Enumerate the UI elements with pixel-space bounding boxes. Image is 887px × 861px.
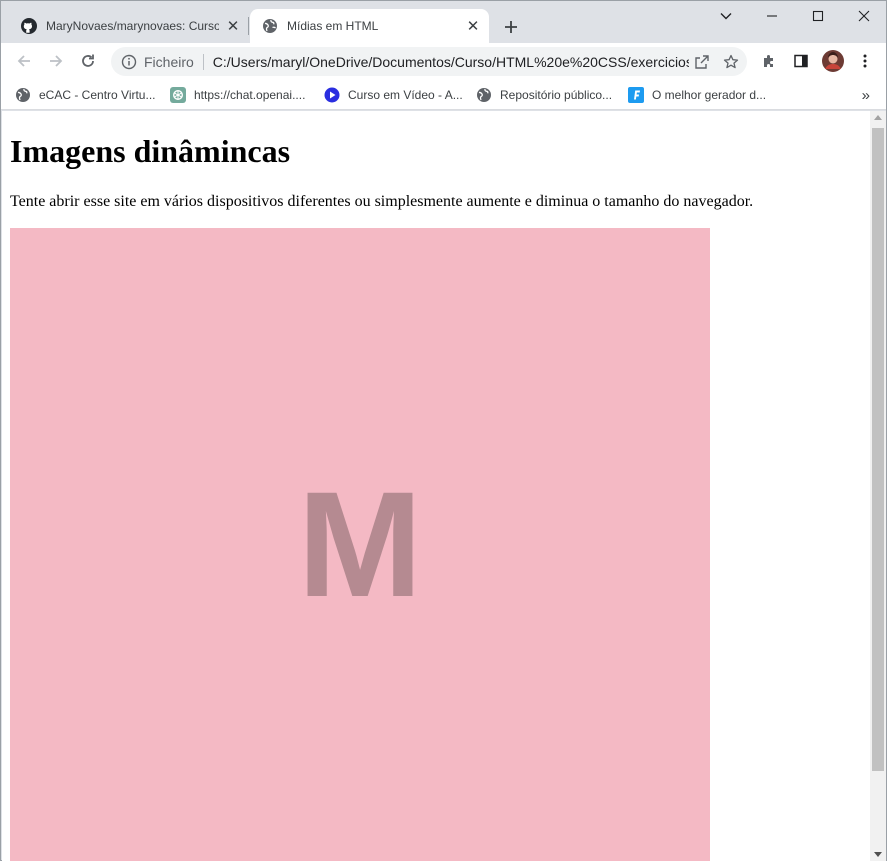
bookmark-label: Repositório público... <box>500 88 613 102</box>
more-bookmarks-button[interactable]: » <box>862 84 870 106</box>
info-icon[interactable] <box>121 54 137 70</box>
back-button[interactable] <box>9 46 39 76</box>
vertical-scrollbar[interactable] <box>870 111 886 861</box>
scrollbar-thumb[interactable] <box>872 128 884 771</box>
browser-window: MaryNovaes/marynovaes: Curso ✕ Mídias em… <box>0 0 887 861</box>
plus-icon <box>505 21 517 33</box>
tab-strip: MaryNovaes/marynovaes: Curso ✕ Mídias em… <box>1 1 886 43</box>
menu-button[interactable] <box>850 46 880 76</box>
side-panel-button[interactable] <box>786 46 816 76</box>
reload-button[interactable] <box>73 46 103 76</box>
page-paragraph: Tente abrir esse site em vários disposit… <box>10 193 754 210</box>
tab-separator <box>248 17 249 35</box>
share-button[interactable] <box>689 49 715 75</box>
dynamic-image: M <box>10 228 710 861</box>
globe-icon <box>263 19 277 33</box>
tab-github[interactable]: MaryNovaes/marynovaes: Curso ✕ <box>9 9 249 43</box>
double-chevron-right-icon: » <box>861 86 870 104</box>
maximize-icon <box>812 10 824 22</box>
forward-button[interactable] <box>41 46 71 76</box>
bookmark-repositorio[interactable]: Repositório público... <box>476 84 612 106</box>
bookmark-label: Curso em Vídeo - A... <box>348 88 463 102</box>
share-icon <box>695 54 709 69</box>
side-panel-icon <box>794 54 808 68</box>
close-tab-icon[interactable]: ✕ <box>465 18 481 35</box>
bookmarks-bar: eCAC - Centro Virtu... https://chat.open… <box>1 80 886 110</box>
address-bar[interactable]: Ficheiro C:/Users/maryl/OneDrive/Documen… <box>111 47 747 76</box>
puzzle-icon <box>764 55 773 67</box>
page-heading: Imagens dinâmincas <box>10 133 291 169</box>
framer-icon <box>628 87 644 103</box>
openai-icon <box>170 87 186 103</box>
arrow-right-icon <box>50 55 63 67</box>
divider <box>202 53 204 70</box>
close-tab-icon[interactable]: ✕ <box>225 18 241 35</box>
tab-title: MaryNovaes/marynovaes: Curso <box>46 19 219 33</box>
tab-search-button[interactable] <box>703 1 749 31</box>
more-vertical-icon <box>863 54 867 68</box>
new-tab-button[interactable] <box>499 15 523 39</box>
chevron-down-icon <box>720 13 732 20</box>
cursoemvideo-icon <box>324 87 340 103</box>
tab-midias-html[interactable]: Mídias em HTML ✕ <box>250 9 489 43</box>
extensions-button[interactable] <box>754 46 784 76</box>
profile-button[interactable] <box>818 46 848 76</box>
maximize-button[interactable] <box>795 1 841 31</box>
close-window-button[interactable] <box>841 1 887 31</box>
close-icon <box>858 10 870 22</box>
arrow-left-icon <box>17 55 30 67</box>
bookmark-ecac[interactable]: eCAC - Centro Virtu... <box>15 84 155 106</box>
bookmark-gerador[interactable]: O melhor gerador d... <box>628 84 766 106</box>
scroll-down-arrow[interactable] <box>874 852 882 857</box>
image-letter: M <box>297 459 423 628</box>
bookmark-curso-em-video[interactable]: Curso em Vídeo - A... <box>324 84 463 106</box>
scroll-up-arrow[interactable] <box>874 115 882 120</box>
tab-title: Mídias em HTML <box>287 19 379 33</box>
reload-icon <box>82 54 94 67</box>
toolbar: Ficheiro C:/Users/maryl/OneDrive/Documen… <box>1 43 886 80</box>
bookmark-label: https://chat.openai.... <box>194 88 306 102</box>
page-viewport: Imagens dinâmincas Tente abrir esse site… <box>2 111 870 861</box>
globe-icon <box>16 88 30 102</box>
bookmark-star-button[interactable] <box>718 49 744 75</box>
avatar <box>822 50 844 72</box>
url-text[interactable]: C:/Users/maryl/OneDrive/Documentos/Curso… <box>213 54 689 70</box>
github-icon <box>21 18 37 34</box>
star-icon <box>723 54 739 68</box>
minimize-button[interactable] <box>749 1 795 31</box>
bookmark-chatgpt[interactable]: https://chat.openai.... <box>170 84 305 106</box>
scheme-label: Ficheiro <box>144 53 194 70</box>
globe-icon <box>477 88 491 102</box>
bookmark-label: O melhor gerador d... <box>652 88 767 102</box>
minimize-icon <box>767 15 777 17</box>
bookmark-label: eCAC - Centro Virtu... <box>39 88 156 102</box>
